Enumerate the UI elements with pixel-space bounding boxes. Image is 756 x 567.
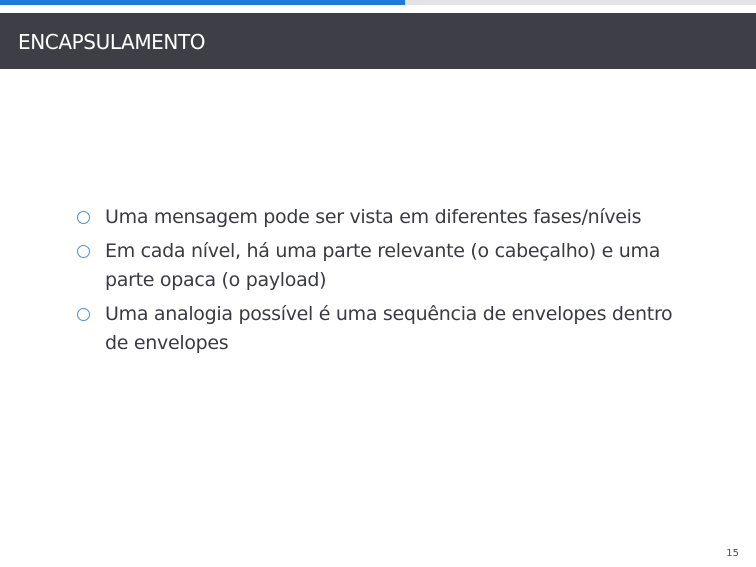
bullet-text: Uma mensagem pode ser vista em diferente… (105, 206, 642, 228)
bullet-list: Uma mensagem pode ser vista em diferente… (76, 203, 686, 363)
slide-title: ENCAPSULAMENTO (18, 30, 206, 54)
page-number: 15 (726, 548, 739, 559)
progress-bar-fill (0, 0, 406, 5)
bullet-text: Em cada nível, há uma parte relevante (o… (105, 240, 661, 291)
bullet-item: Em cada nível, há uma parte relevante (o… (76, 237, 686, 295)
circle-outline-icon (77, 245, 90, 258)
bullet-item: Uma mensagem pode ser vista em diferente… (76, 203, 686, 232)
circle-outline-icon (77, 211, 90, 224)
bullet-text: Uma analogia possível é uma sequência de… (105, 303, 673, 354)
progress-bar-track (0, 0, 756, 5)
title-bar: ENCAPSULAMENTO (0, 13, 756, 69)
circle-outline-icon (77, 308, 90, 321)
bullet-item: Uma analogia possível é uma sequência de… (76, 300, 686, 358)
